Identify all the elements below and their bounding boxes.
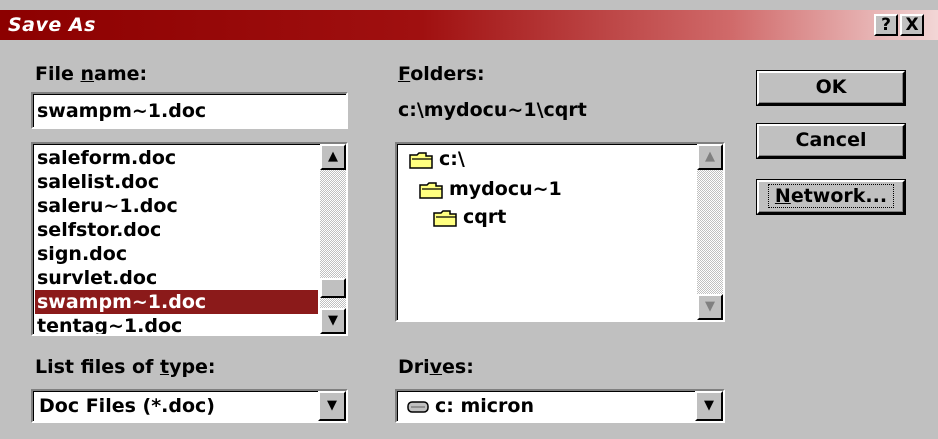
- network-button[interactable]: Network...: [756, 179, 906, 215]
- scroll-thumb[interactable]: [320, 278, 346, 298]
- file-type-value: Doc Files (*.doc): [39, 395, 215, 417]
- cancel-button[interactable]: Cancel: [756, 123, 906, 159]
- file-type-select[interactable]: Doc Files (*.doc) ▼: [31, 389, 348, 423]
- list-item[interactable]: tentag~1.doc: [35, 314, 346, 334]
- file-list-scrollbar[interactable]: ▲ ▼: [320, 144, 346, 334]
- folder-item-mydocu[interactable]: mydocu~1: [419, 176, 562, 202]
- folder-icon: [409, 151, 433, 169]
- list-item[interactable]: salelist.doc: [35, 170, 346, 194]
- save-as-dialog: Save As ? X File name: saleform.doc sale…: [0, 0, 938, 439]
- folder-icon: [419, 181, 443, 199]
- scroll-down-button[interactable]: ▼: [697, 294, 723, 320]
- scroll-down-button[interactable]: ▼: [320, 308, 346, 334]
- up-arrow-icon: ▲: [328, 149, 338, 164]
- list-item[interactable]: survlet.doc: [35, 266, 346, 290]
- folder-item-root[interactable]: c:\: [409, 146, 465, 172]
- chevron-down-icon: ▼: [704, 398, 714, 413]
- drives-label: Drives:: [398, 356, 474, 378]
- file-type-label: List files of type:: [35, 356, 216, 378]
- drives-select[interactable]: c: micron ▼: [395, 389, 725, 423]
- scroll-up-button[interactable]: ▲: [697, 144, 723, 170]
- folder-tree[interactable]: c:\ mydocu~1 cqrt ▲ ▼: [395, 142, 725, 322]
- folder-scrollbar[interactable]: ▲ ▼: [697, 144, 723, 320]
- folder-label: c:\: [439, 148, 465, 170]
- drives-value: c: micron: [407, 391, 534, 421]
- close-button[interactable]: X: [900, 14, 924, 36]
- folder-icon: [433, 209, 457, 227]
- current-path: c:\mydocu~1\cqrt: [398, 99, 587, 121]
- list-item[interactable]: selfstor.doc: [35, 218, 346, 242]
- down-arrow-icon: ▼: [328, 313, 338, 328]
- network-button-label: Network...: [767, 184, 895, 208]
- file-list[interactable]: saleform.doc salelist.doc saleru~1.doc s…: [31, 142, 348, 336]
- file-name-field[interactable]: [31, 92, 348, 129]
- down-arrow-icon: ▼: [705, 299, 715, 314]
- folder-label: cqrt: [463, 206, 507, 228]
- help-button[interactable]: ?: [874, 14, 898, 36]
- file-name-label: File name:: [35, 63, 148, 85]
- list-item[interactable]: sign.doc: [35, 242, 346, 266]
- hard-drive-icon: [407, 400, 429, 413]
- folder-label: mydocu~1: [449, 178, 562, 200]
- list-item-selected[interactable]: swampm~1.doc: [35, 290, 318, 314]
- drives-value-text: c: micron: [435, 395, 534, 417]
- drives-dropdown-button[interactable]: ▼: [695, 391, 723, 421]
- file-name-input[interactable]: [33, 94, 346, 127]
- title-bar[interactable]: Save As ? X: [0, 10, 938, 40]
- scroll-up-button[interactable]: ▲: [320, 144, 346, 170]
- folders-label: Folders:: [398, 63, 485, 85]
- window-title: Save As: [8, 14, 96, 36]
- file-type-dropdown-button[interactable]: ▼: [318, 391, 346, 421]
- list-item[interactable]: saleru~1.doc: [35, 194, 346, 218]
- ok-button[interactable]: OK: [756, 70, 906, 106]
- list-item[interactable]: saleform.doc: [35, 146, 346, 170]
- up-arrow-icon: ▲: [705, 149, 715, 164]
- folder-item-cqrt[interactable]: cqrt: [433, 204, 506, 230]
- chevron-down-icon: ▼: [327, 398, 337, 413]
